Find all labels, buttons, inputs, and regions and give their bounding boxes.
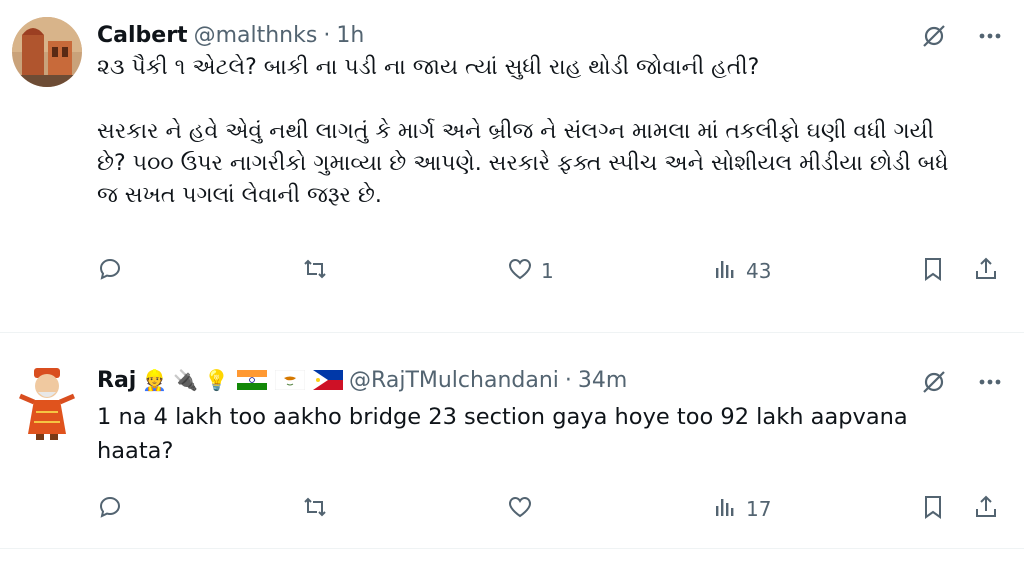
share-button[interactable] [973,489,999,529]
bookmark-button[interactable] [920,251,946,291]
retweet-button[interactable] [302,251,336,291]
tweet-top-actions [918,366,1006,398]
views-icon [712,256,738,287]
grok-icon[interactable] [918,20,950,52]
views-button[interactable]: 43 [712,251,771,291]
avatar[interactable] [12,17,82,87]
tweet-text: 1 na 4 lakh too aakho bridge 23 section … [97,404,915,464]
retweet-button[interactable] [302,489,336,529]
tweet-text: ૨૩ પૈકી ૧ એટલે? બાકી ના પડી ના જાય ત્યાં… [97,55,949,208]
handle[interactable]: @malthnks [194,23,318,48]
share-button[interactable] [973,251,999,291]
reply-button[interactable] [97,251,131,291]
avatar[interactable] [12,362,82,440]
timestamp[interactable]: 34m [578,368,627,393]
plug-emoji: 🔌 [173,368,199,392]
handle[interactable]: @RajTMulchandani [349,368,559,393]
like-button[interactable]: 1 [507,251,554,291]
separator: · [323,22,331,48]
tweet-header: Raj 👷 🔌 💡 @RajTMulchandani · 34m [97,363,1004,397]
display-name[interactable]: Calbert [97,23,188,48]
views-icon [712,494,738,525]
bookmark-icon [920,256,946,287]
tweet-divider [0,548,1024,549]
view-count: 17 [746,497,772,521]
more-icon[interactable] [974,366,1006,398]
timestamp[interactable]: 1h [336,23,364,48]
display-name[interactable]: Raj [97,368,136,393]
like-count: 1 [541,259,554,283]
tweet-top-actions [918,20,1006,52]
reply-icon [97,256,123,287]
retweet-icon [302,256,328,287]
reply-button[interactable] [97,489,131,529]
tweet[interactable]: Calbert @malthnks · 1h ૨૩ પૈકી ૧ એટલે? બ… [0,0,1024,318]
more-icon[interactable] [974,20,1006,52]
cyprus-flag-icon [274,369,306,391]
construction-worker-emoji: 👷 [142,368,168,392]
share-icon [973,494,999,525]
light-bulb-emoji: 💡 [204,368,230,392]
india-flag-icon [237,370,268,390]
like-button[interactable] [507,489,541,529]
separator: · [564,367,572,393]
view-count: 43 [746,259,772,283]
reply-icon [97,494,123,525]
bookmark-button[interactable] [920,489,946,529]
share-icon [973,256,999,287]
retweet-icon [302,494,328,525]
tweet[interactable]: Raj 👷 🔌 💡 @RajTMulchandani · 34m 1 na 4 … [0,350,1024,540]
views-button[interactable]: 17 [712,489,771,529]
grok-icon[interactable] [918,366,950,398]
tweet-divider [0,332,1024,333]
like-icon [507,256,533,287]
bookmark-icon [920,494,946,525]
tweet-header: Calbert @malthnks · 1h [97,18,1004,52]
tweet-actions: 17 [97,489,1007,529]
tweet-actions: 1 43 [97,251,1007,291]
philippines-flag-icon [313,370,344,390]
like-icon [507,494,533,525]
